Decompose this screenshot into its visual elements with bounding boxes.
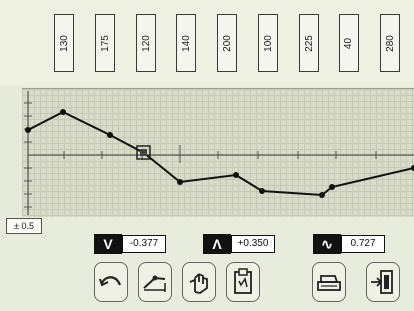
print-button[interactable] <box>312 262 346 302</box>
exit-button[interactable] <box>366 262 400 302</box>
max-value: +0.350 <box>231 235 275 253</box>
exit-icon <box>371 270 393 294</box>
channel-value-7[interactable]: 225 <box>299 14 319 72</box>
control-point[interactable] <box>25 127 31 133</box>
control-point[interactable] <box>60 109 66 115</box>
channel-value-8[interactable]: 40 <box>339 14 359 72</box>
min-value: -0.377 <box>122 235 166 253</box>
adjust-hand-icon <box>189 273 208 294</box>
adjust-button[interactable] <box>182 262 216 302</box>
channel-value-4[interactable]: 140 <box>176 14 196 72</box>
valley-icon: V <box>94 234 122 254</box>
channel-value-5[interactable]: 200 <box>217 14 237 72</box>
waveform-svg <box>24 91 414 215</box>
min-measurement: V -0.377 <box>94 234 166 254</box>
channel-value-1[interactable]: 130 <box>54 14 74 72</box>
draw-curve-icon <box>143 275 166 292</box>
control-point[interactable] <box>259 188 265 194</box>
channel-value-3[interactable]: 120 <box>136 14 156 72</box>
peak-to-peak-measurement: ∿ 0.727 <box>313 234 385 254</box>
waveform-trace <box>27 110 414 197</box>
clipboard-button[interactable] <box>226 262 260 302</box>
control-point[interactable] <box>233 172 239 178</box>
draw-curve-button[interactable] <box>138 262 172 302</box>
control-point[interactable] <box>319 192 325 198</box>
wave-icon: ∿ <box>313 234 341 254</box>
peak-icon: Λ <box>203 234 231 254</box>
undo-button[interactable] <box>94 262 128 302</box>
channel-bar: 130 175 120 140 200 100 225 40 280 <box>0 0 414 86</box>
peak-to-peak-value: 0.727 <box>341 235 385 253</box>
undo-icon <box>99 276 122 287</box>
control-point[interactable] <box>107 132 113 138</box>
clipboard-icon <box>234 268 252 294</box>
print-icon <box>317 275 341 291</box>
channel-value-6[interactable]: 100 <box>258 14 278 72</box>
selected-point-fill <box>140 149 147 156</box>
control-point[interactable] <box>177 179 183 185</box>
scale-label[interactable]: ± 0.5 <box>6 218 42 234</box>
channel-value-2[interactable]: 175 <box>95 14 115 72</box>
plot-left-frame <box>0 86 22 216</box>
channel-value-9[interactable]: 280 <box>380 14 400 72</box>
waveform-plot[interactable] <box>22 88 414 217</box>
max-measurement: Λ +0.350 <box>203 234 275 254</box>
control-point[interactable] <box>329 184 335 190</box>
